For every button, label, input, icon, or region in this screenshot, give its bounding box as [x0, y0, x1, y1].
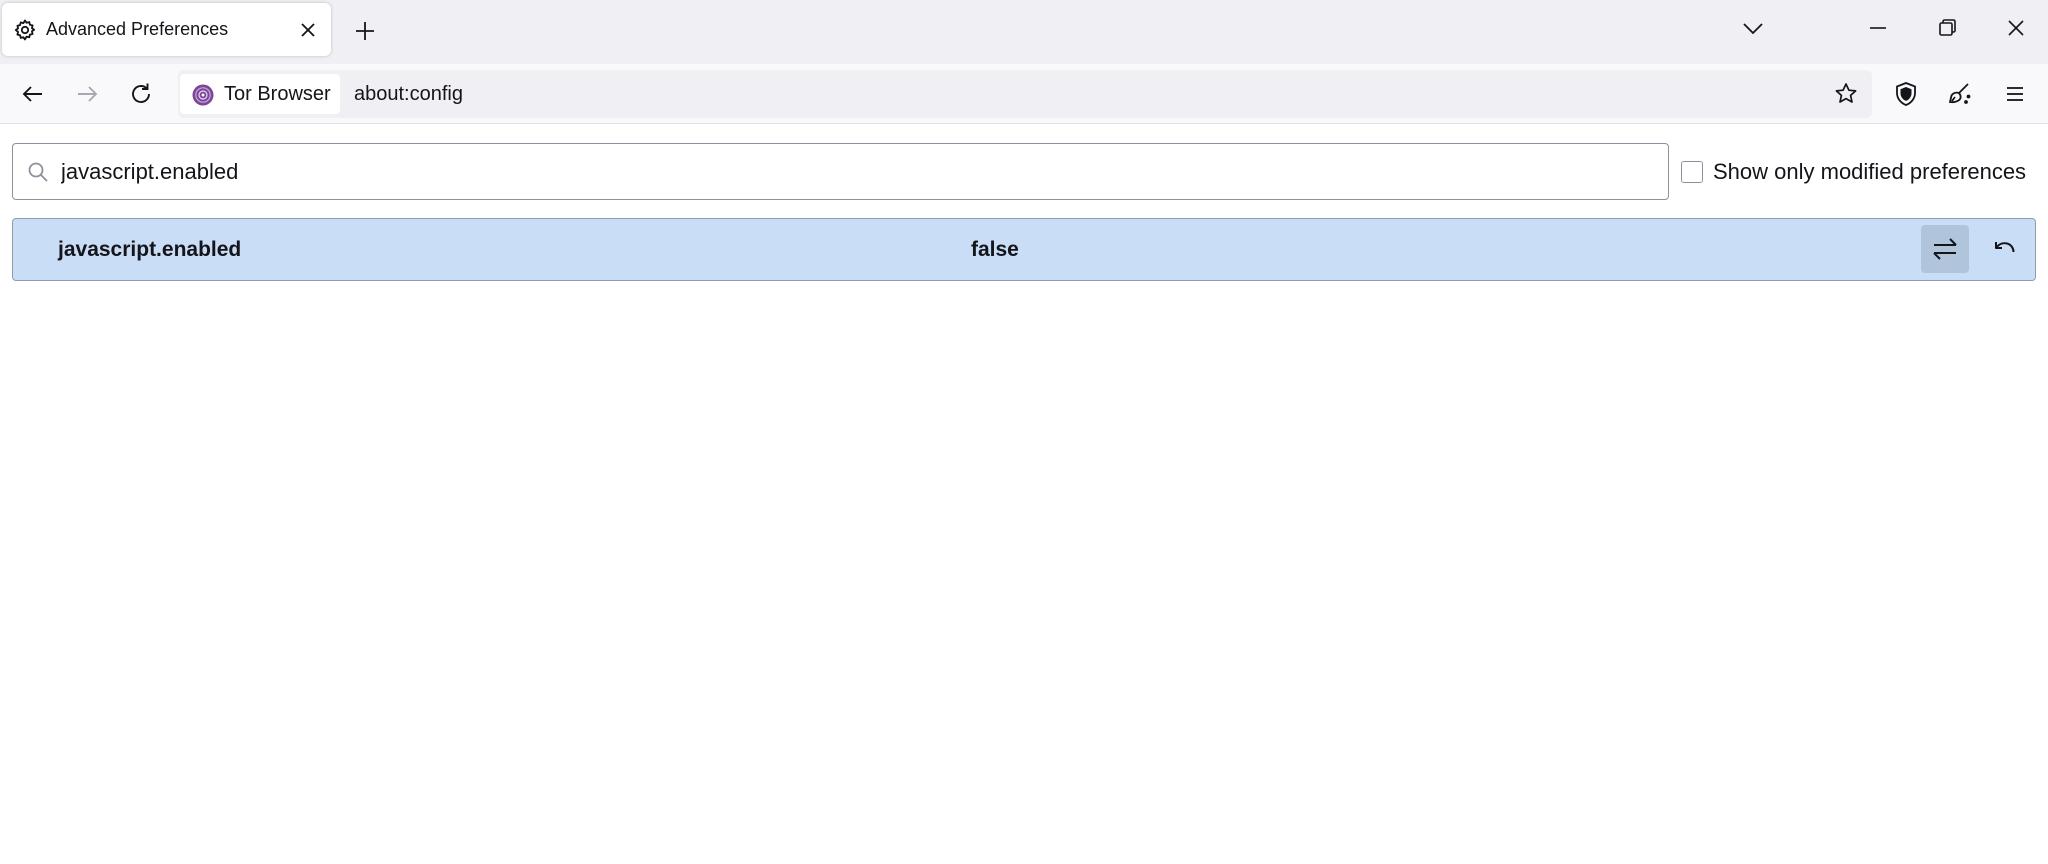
- reload-icon[interactable]: [127, 80, 155, 108]
- tab-title: Advanced Preferences: [46, 19, 229, 39]
- back-arrow-icon[interactable]: [19, 80, 47, 108]
- minimize-window-icon[interactable]: [1864, 14, 1892, 42]
- undo-arrow-icon: [1995, 242, 2015, 253]
- identity-label: Tor Browser: [224, 83, 331, 105]
- bookmark-star-icon[interactable]: [1832, 80, 1860, 108]
- forward-arrow-icon[interactable]: [73, 80, 101, 108]
- preference-row[interactable]: javascript.enabled false: [12, 218, 2036, 281]
- preference-search-input[interactable]: [61, 144, 1651, 199]
- gear-icon: [13, 18, 37, 42]
- show-modified-checkbox[interactable]: [1681, 161, 1703, 183]
- list-all-tabs-chevron-down-icon[interactable]: [1739, 14, 1767, 42]
- new-identity-broom-icon[interactable]: [1946, 80, 1974, 108]
- url-bar[interactable]: Tor Browser: [178, 70, 1872, 118]
- address-input[interactable]: [354, 74, 1654, 114]
- preference-search-box[interactable]: [12, 143, 1669, 200]
- tab-strip: Advanced Preferences: [0, 0, 2048, 64]
- navigation-toolbar: Tor Browser: [0, 64, 2048, 124]
- close-tab-icon[interactable]: [298, 20, 318, 40]
- app-menu-hamburger-icon[interactable]: [2001, 80, 2029, 108]
- preference-name: javascript.enabled: [58, 238, 242, 261]
- reset-preference-button[interactable]: [1981, 225, 2029, 273]
- tab-advanced-preferences[interactable]: Advanced Preferences: [2, 3, 331, 56]
- show-modified-label: Show only modified preferences: [1713, 159, 2027, 184]
- restore-window-icon[interactable]: [1933, 14, 1961, 42]
- toggle-value-button[interactable]: [1921, 225, 1969, 273]
- tor-onion-icon: [192, 84, 214, 106]
- search-icon: [27, 161, 49, 183]
- show-modified-filter[interactable]: Show only modified preferences: [1681, 150, 2026, 194]
- close-window-icon[interactable]: [2002, 14, 2030, 42]
- security-shield-icon[interactable]: [1892, 80, 1920, 108]
- tor-browser-identity-button[interactable]: Tor Browser: [180, 74, 340, 114]
- preference-value: false: [971, 238, 1019, 261]
- toggle-arrows-icon: [1933, 238, 1957, 260]
- new-tab-plus-icon[interactable]: [351, 17, 379, 45]
